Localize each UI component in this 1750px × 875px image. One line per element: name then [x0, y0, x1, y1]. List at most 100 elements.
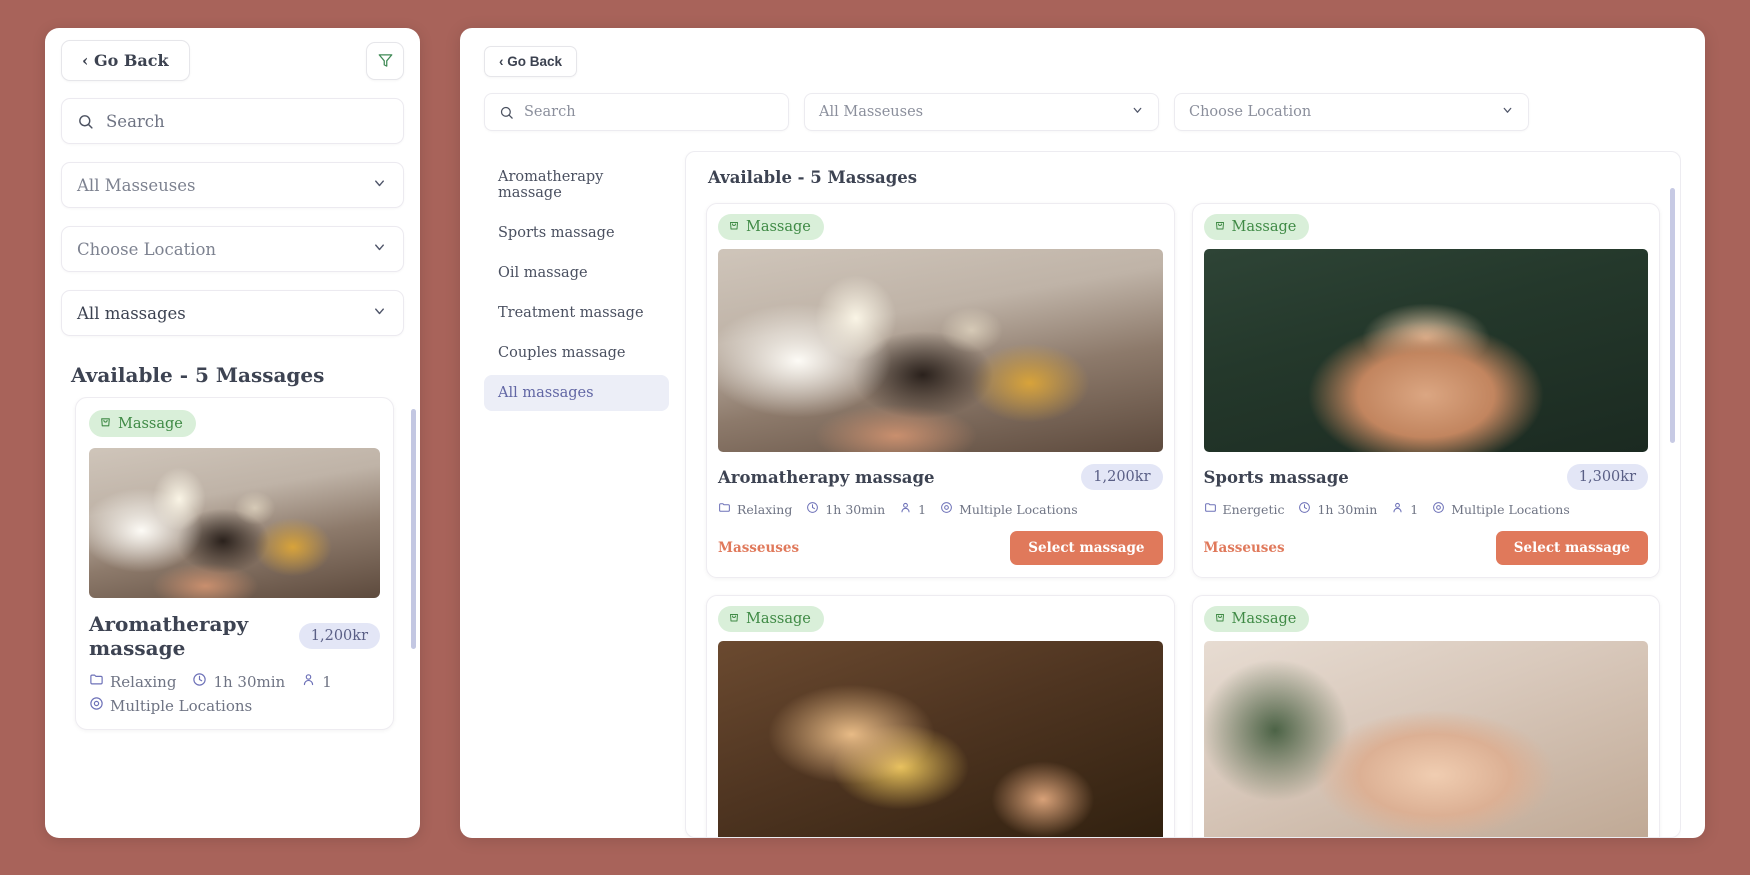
- folder-icon: [1204, 501, 1217, 517]
- massage-card[interactable]: Massage Aromatherapy massage 1,200kr Rel…: [706, 203, 1175, 578]
- mobile-select-location-label: Choose Location: [77, 239, 217, 259]
- card-meta: Relaxing 1h 30min 1 Multiple Locations: [718, 501, 1163, 517]
- shopping-bag-icon: [99, 415, 112, 432]
- clock-icon: [192, 672, 207, 691]
- card-badge-label: Massage: [746, 611, 811, 627]
- category-item-sports[interactable]: Sports massage: [484, 215, 669, 251]
- mobile-search-placeholder: Search: [106, 111, 165, 131]
- meta-capacity: 1: [301, 672, 332, 691]
- meta-location-label: Multiple Locations: [959, 501, 1078, 517]
- mobile-select-massage-type-label: All massages: [77, 303, 186, 323]
- meta-category: Relaxing: [89, 672, 176, 691]
- meta-capacity-label: 1: [1410, 501, 1419, 517]
- card-price: 1,200kr: [1081, 464, 1163, 490]
- mobile-go-back-button[interactable]: ‹ Go Back: [61, 40, 190, 81]
- meta-duration: 1h 30min: [192, 672, 285, 691]
- mobile-scrollbar-thumb[interactable]: [411, 409, 416, 649]
- card-title: Sports massage: [1203, 467, 1349, 487]
- meta-duration: 1h 30min: [806, 501, 885, 517]
- clock-icon: [1298, 501, 1311, 517]
- card-image: [718, 249, 1163, 452]
- mobile-card-title-row: Aromatherapy massage 1,200kr: [89, 612, 380, 660]
- card-badge: Massage: [1203, 214, 1310, 240]
- desktop-select-masseuses-label: All Masseuses: [819, 104, 924, 120]
- shopping-bag-icon: [728, 219, 740, 235]
- meta-location-label: Multiple Locations: [110, 696, 253, 715]
- card-title-row: Aromatherapy massage 1,200kr: [718, 464, 1163, 490]
- results-scrollbar-thumb[interactable]: [1670, 188, 1675, 443]
- desktop-filter-bar: Search All Masseuses Choose Location: [484, 93, 1681, 131]
- massage-card[interactable]: Massage: [1191, 595, 1660, 837]
- location-pin-icon: [89, 696, 104, 715]
- card-image: [718, 641, 1163, 837]
- person-icon: [301, 672, 316, 691]
- chevron-down-icon: [372, 176, 387, 195]
- meta-capacity: 1: [1391, 501, 1418, 517]
- category-item-oil[interactable]: Oil massage: [484, 255, 669, 291]
- card-actions: Masseuses Select massage: [718, 531, 1163, 565]
- masseuses-link[interactable]: Masseuses: [1204, 540, 1285, 556]
- meta-category: Energetic: [1204, 501, 1285, 517]
- massage-card[interactable]: Massage: [706, 595, 1175, 837]
- desktop-search-input[interactable]: Search: [484, 93, 789, 131]
- mobile-select-massage-type[interactable]: All massages: [61, 290, 404, 336]
- mobile-select-location[interactable]: Choose Location: [61, 226, 404, 272]
- mobile-card-meta: Relaxing 1h 30min 1 Multiple Locations: [89, 672, 380, 715]
- meta-duration-label: 1h 30min: [213, 672, 286, 691]
- category-nav: Aromatherapy massage Sports massage Oil …: [484, 151, 669, 838]
- card-title: Aromatherapy massage: [718, 467, 935, 487]
- chevron-down-icon: [1501, 104, 1514, 121]
- meta-category-label: Relaxing: [737, 501, 793, 517]
- app-stage: ‹ Go Back Search All Masseuses Choose Lo…: [0, 0, 1750, 875]
- meta-category-label: Energetic: [1222, 501, 1285, 517]
- folder-icon: [718, 501, 731, 517]
- desktop-select-masseuses[interactable]: All Masseuses: [804, 93, 1159, 131]
- desktop-results-heading: Available - 5 Massages: [708, 168, 918, 187]
- person-icon: [899, 501, 912, 517]
- select-massage-button[interactable]: Select massage: [1010, 531, 1163, 565]
- meta-location: Multiple Locations: [1432, 501, 1570, 517]
- mobile-preview-panel: ‹ Go Back Search All Masseuses Choose Lo…: [45, 28, 420, 838]
- mobile-select-masseuses[interactable]: All Masseuses: [61, 162, 404, 208]
- meta-location: Multiple Locations: [89, 696, 252, 715]
- folder-icon: [89, 672, 104, 691]
- card-badge: Massage: [718, 214, 824, 240]
- results-panel: Available - 5 Massages Massage Aromather: [685, 151, 1681, 838]
- card-badge: Massage: [1203, 606, 1310, 632]
- mobile-select-masseuses-label: All Masseuses: [77, 175, 196, 195]
- mobile-card-image: [89, 448, 380, 598]
- mobile-massage-card[interactable]: Massage Aromatherapy massage 1,200kr Rel…: [75, 397, 394, 730]
- meta-duration-label: 1h 30min: [1317, 501, 1378, 517]
- card-price: 1,300kr: [1566, 464, 1648, 490]
- masseuses-link[interactable]: Masseuses: [718, 540, 799, 556]
- filter-funnel-icon[interactable]: [366, 41, 404, 80]
- card-badge: Massage: [718, 606, 824, 632]
- meta-category: Relaxing: [718, 501, 792, 517]
- shopping-bag-icon: [1214, 611, 1226, 627]
- chevron-down-icon: [1131, 104, 1144, 121]
- category-item-treatment[interactable]: Treatment massage: [484, 295, 669, 331]
- card-actions: Masseuses Select massage: [1204, 531, 1648, 565]
- mobile-topbar: ‹ Go Back: [45, 28, 420, 89]
- mobile-card-title: Aromatherapy massage: [89, 612, 249, 660]
- category-item-all-massages[interactable]: All massages: [484, 375, 669, 411]
- desktop-search-placeholder: Search: [524, 104, 576, 120]
- location-pin-icon: [940, 501, 953, 517]
- category-item-aromatherapy[interactable]: Aromatherapy massage: [484, 159, 669, 211]
- desktop-go-back-button[interactable]: ‹ Go Back: [484, 46, 578, 77]
- meta-category-label: Relaxing: [110, 672, 177, 691]
- select-massage-button[interactable]: Select massage: [1495, 531, 1648, 565]
- chevron-down-icon: [372, 304, 387, 323]
- desktop-select-location[interactable]: Choose Location: [1174, 93, 1529, 131]
- mobile-card-badge: Massage: [89, 410, 196, 437]
- search-icon: [499, 105, 514, 120]
- card-image: [1203, 641, 1648, 837]
- mobile-search-input[interactable]: Search: [61, 98, 404, 144]
- category-item-couples[interactable]: Couples massage: [484, 335, 669, 371]
- massage-card[interactable]: Massage Sports massage 1,300kr Energetic: [1191, 203, 1660, 578]
- meta-capacity-label: 1: [918, 501, 927, 517]
- location-pin-icon: [1432, 501, 1445, 517]
- meta-capacity: 1: [899, 501, 926, 517]
- shopping-bag-icon: [1214, 219, 1226, 235]
- chevron-down-icon: [372, 240, 387, 259]
